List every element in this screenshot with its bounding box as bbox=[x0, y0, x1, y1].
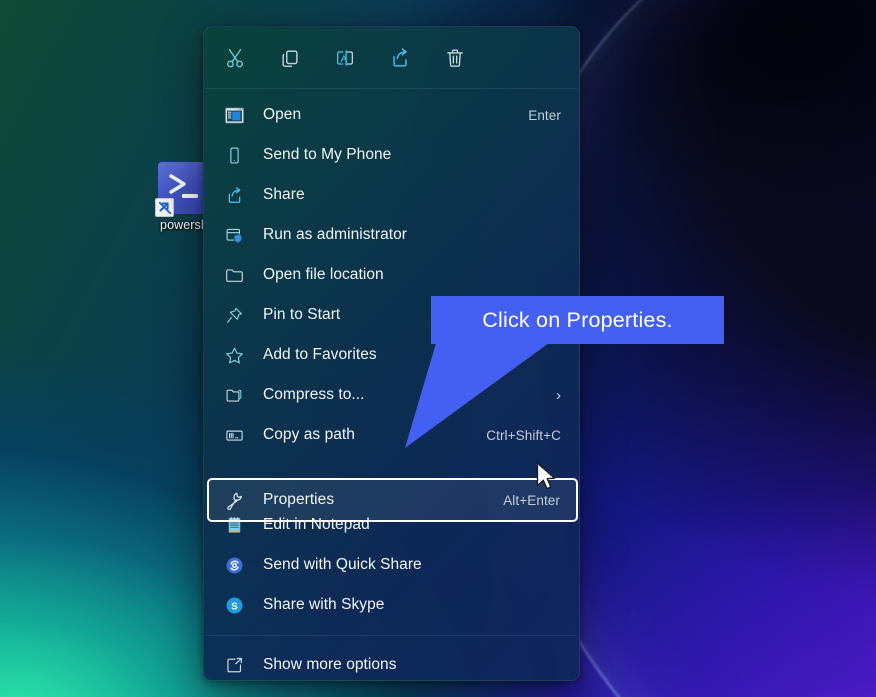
menu-item-send-to-my-phone[interactable]: Send to My Phone bbox=[204, 135, 579, 175]
shield-window-icon bbox=[223, 224, 245, 246]
menu-item-accelerator: Ctrl+Shift+C bbox=[486, 427, 561, 443]
callout-text: Click on Properties. bbox=[482, 307, 673, 332]
show-more-icon bbox=[223, 654, 245, 676]
menu-item-label: Share bbox=[263, 186, 305, 203]
skype-icon: S bbox=[223, 594, 245, 616]
copy-icon bbox=[282, 49, 298, 67]
menu-item-label: Share with Skype bbox=[263, 596, 385, 613]
wrench-icon bbox=[223, 489, 245, 511]
pin-icon bbox=[223, 304, 245, 326]
rename-button[interactable]: A bbox=[328, 41, 362, 75]
menu-item-show-more-options[interactable]: Show more options bbox=[204, 645, 579, 680]
menu-item-label: Properties bbox=[263, 491, 335, 508]
menu-item-label: Send with Quick Share bbox=[263, 556, 422, 573]
share-icon bbox=[393, 47, 407, 66]
delete-button[interactable] bbox=[438, 41, 472, 75]
shortcut-arrow-badge bbox=[155, 198, 174, 217]
shortcut-arrow-icon bbox=[159, 202, 169, 212]
chevron-right-icon: › bbox=[556, 386, 561, 404]
context-menu-toolbar: A bbox=[204, 27, 579, 88]
svg-text:S: S bbox=[231, 601, 238, 612]
copy-path-icon bbox=[223, 424, 245, 446]
menu-item-accelerator: Alt+Enter bbox=[503, 492, 560, 508]
menu-item-label: Open bbox=[263, 106, 302, 123]
scissors-icon bbox=[226, 48, 244, 67]
menu-item-properties[interactable]: Properties Alt+Enter bbox=[207, 478, 578, 522]
menu-item-open-file-location[interactable]: Open file location bbox=[204, 255, 579, 295]
file-context-menu: A Open Enter Send to My Phone Share Run … bbox=[203, 26, 580, 681]
menu-item-share[interactable]: Share bbox=[204, 175, 579, 215]
menu-item-label: Add to Favorites bbox=[263, 346, 377, 363]
copy-button[interactable] bbox=[273, 41, 307, 75]
menu-item-copy-as-path[interactable]: Copy as path Ctrl+Shift+C bbox=[204, 415, 579, 455]
window-app-icon bbox=[223, 104, 245, 126]
menu-item-share-with-skype[interactable]: S Share with Skype bbox=[204, 585, 579, 625]
cut-button[interactable] bbox=[218, 41, 252, 75]
context-menu-footer-list: Show more options bbox=[204, 636, 579, 680]
menu-item-label: Copy as path bbox=[263, 426, 355, 443]
phone-icon bbox=[223, 144, 245, 166]
menu-item-accelerator: Enter bbox=[528, 107, 561, 123]
menu-item-compress-to[interactable]: Compress to... › bbox=[204, 375, 579, 415]
menu-item-label: Run as administrator bbox=[263, 226, 408, 243]
menu-item-label: Show more options bbox=[263, 656, 397, 673]
compress-folder-icon bbox=[223, 384, 245, 406]
powershell-chevron-icon bbox=[169, 174, 186, 194]
callout-bubble: Click on Properties. bbox=[431, 296, 724, 344]
trash-icon bbox=[447, 49, 463, 67]
share-icon bbox=[223, 184, 245, 206]
folder-icon bbox=[223, 264, 245, 286]
menu-item-label: Compress to... bbox=[263, 386, 365, 403]
menu-item-send-with-quick-share[interactable]: Send with Quick Share bbox=[204, 545, 579, 585]
menu-item-label: Send to My Phone bbox=[263, 146, 392, 163]
star-icon bbox=[223, 344, 245, 366]
share-button[interactable] bbox=[383, 41, 417, 75]
menu-item-label: Open file location bbox=[263, 266, 384, 283]
menu-item-label: Pin to Start bbox=[263, 306, 341, 323]
context-menu-main-list: Open Enter Send to My Phone Share Run as… bbox=[204, 89, 579, 455]
menu-item-run-as-administrator[interactable]: Run as administrator bbox=[204, 215, 579, 255]
menu-item-open[interactable]: Open Enter bbox=[204, 95, 579, 135]
rename-icon: A bbox=[337, 49, 353, 66]
powershell-underline bbox=[182, 194, 198, 198]
quick-share-icon bbox=[223, 554, 245, 576]
